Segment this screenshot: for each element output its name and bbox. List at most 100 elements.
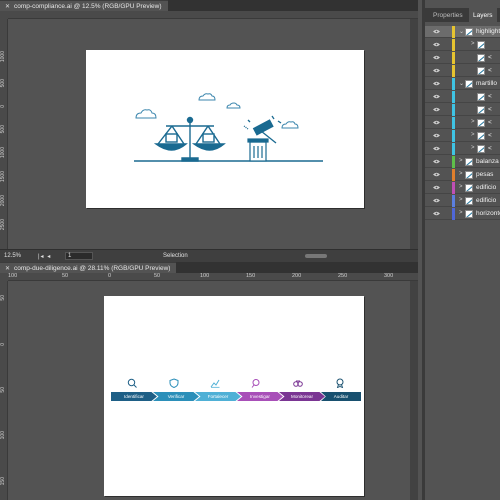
layer-name[interactable]: edificio xyxy=(476,184,496,191)
visibility-eye-icon[interactable] xyxy=(433,172,440,177)
visibility-eye-icon[interactable] xyxy=(433,55,440,60)
document-window-due-diligence: ✕ comp-due-diligence.ai @ 28.11% (RGB/GP… xyxy=(0,262,418,500)
chevron-right-icon[interactable]: > xyxy=(471,145,475,151)
layer-name[interactable]: < xyxy=(488,106,492,113)
layer-row[interactable]: < xyxy=(425,65,500,77)
magnifier-icon xyxy=(127,378,137,388)
tool-status[interactable]: Selection xyxy=(163,253,188,259)
layer-name[interactable]: edificio xyxy=(476,197,496,204)
close-icon[interactable]: ✕ xyxy=(5,3,10,10)
layer-color-swatch xyxy=(452,195,455,207)
vertical-ruler[interactable]: 1000 500 0 500 1000 1500 2000 2500 xyxy=(0,19,8,249)
pipeline-step-monitorear[interactable]: Monitorear xyxy=(279,392,325,401)
layer-name[interactable]: horizonte xyxy=(476,210,500,217)
layer-row[interactable]: < xyxy=(425,52,500,64)
close-icon[interactable]: ✕ xyxy=(5,265,10,272)
layer-thumbnail xyxy=(465,197,473,205)
ruler-corner[interactable] xyxy=(0,11,8,19)
chevron-right-icon[interactable]: > xyxy=(471,132,475,138)
pipeline-step-verificar[interactable]: Verificar xyxy=(153,392,199,401)
layer-name[interactable]: balanza xyxy=(476,158,499,165)
artboard-due-diligence[interactable]: Identificar Verificar Fortalecer Investi… xyxy=(104,296,364,496)
layer-row[interactable]: > < xyxy=(425,130,500,142)
chevron-right-icon[interactable]: > xyxy=(471,119,475,125)
chevron-right-icon[interactable]: > xyxy=(459,184,463,190)
document-tab-compliance[interactable]: ✕ comp-compliance.ai @ 12.5% (RGB/GPU Pr… xyxy=(0,0,168,11)
pipeline-step-identificar[interactable]: Identificar xyxy=(111,392,157,401)
layer-row[interactable]: > pesas xyxy=(425,169,500,181)
visibility-eye-icon[interactable] xyxy=(433,42,440,47)
visibility-eye-icon[interactable] xyxy=(433,211,440,216)
ruler-label: 50 xyxy=(154,273,161,279)
artboard-number-field[interactable]: 1 xyxy=(65,252,93,260)
tab-properties[interactable]: Properties xyxy=(429,8,467,22)
zoom-level[interactable]: 12.5% xyxy=(4,253,21,259)
tab-label: Layers xyxy=(473,11,493,19)
artboard-compliance[interactable] xyxy=(86,50,364,208)
layer-name[interactable]: < xyxy=(488,119,492,126)
layer-row[interactable]: > < xyxy=(425,143,500,155)
layer-name[interactable]: martillo xyxy=(476,80,497,87)
visibility-eye-icon[interactable] xyxy=(433,68,440,73)
vertical-scrollbar[interactable] xyxy=(410,19,418,249)
layer-row[interactable]: > < xyxy=(425,117,500,129)
chevron-right-icon[interactable]: > xyxy=(459,158,463,164)
visibility-eye-icon[interactable] xyxy=(433,94,440,99)
layer-row[interactable]: ⌄ highlight xyxy=(425,26,500,38)
vertical-ruler[interactable]: 50 0 50 100 150 xyxy=(0,281,8,500)
horizontal-scrollbar-thumb[interactable] xyxy=(305,254,327,258)
layer-row[interactable]: > balanza xyxy=(425,156,500,168)
chevron-down-icon[interactable]: ⌄ xyxy=(459,28,464,35)
layer-name[interactable]: highlight xyxy=(476,28,500,35)
layer-row[interactable]: > horizonte xyxy=(425,208,500,220)
ruler-label: 1000 xyxy=(0,51,6,63)
layer-name[interactable]: < xyxy=(488,145,492,152)
layer-row[interactable]: < xyxy=(425,91,500,103)
ruler-corner[interactable] xyxy=(0,273,8,281)
horizontal-ruler[interactable]: 100 50 0 50 100 150 200 250 300 xyxy=(8,273,418,281)
pipeline-step-investigar[interactable]: Investigar xyxy=(237,392,283,401)
layer-name[interactable]: < xyxy=(488,93,492,100)
chevron-right-icon[interactable]: > xyxy=(471,41,475,47)
layer-color-swatch xyxy=(452,52,455,64)
horizontal-ruler[interactable] xyxy=(8,11,418,19)
visibility-eye-icon[interactable] xyxy=(433,81,440,86)
chevron-right-icon[interactable]: > xyxy=(459,197,463,203)
pipeline-step-auditar[interactable]: Auditar xyxy=(321,392,361,401)
cloud-icon xyxy=(226,102,241,109)
document-tab-due-diligence[interactable]: ✕ comp-due-diligence.ai @ 28.11% (RGB/GP… xyxy=(0,262,177,273)
tab-layers[interactable]: Layers xyxy=(469,8,497,22)
visibility-eye-icon[interactable] xyxy=(433,146,440,151)
layer-name[interactable]: < xyxy=(488,54,492,61)
layer-color-swatch xyxy=(452,208,455,220)
layer-name[interactable]: < xyxy=(488,67,492,74)
visibility-eye-icon[interactable] xyxy=(433,29,440,34)
layer-row[interactable]: ⌄ martillo xyxy=(425,78,500,90)
balance-scale-icon xyxy=(153,116,226,162)
visibility-eye-icon[interactable] xyxy=(433,120,440,125)
artboard-nav-buttons[interactable]: |◂ ◂ xyxy=(38,253,51,260)
layer-row[interactable]: > xyxy=(425,39,500,51)
layer-row[interactable]: > edificio xyxy=(425,182,500,194)
chevron-right-icon[interactable]: > xyxy=(459,210,463,216)
layer-name[interactable]: pesas xyxy=(476,171,493,178)
visibility-eye-icon[interactable] xyxy=(433,133,440,138)
visibility-eye-icon[interactable] xyxy=(433,107,440,112)
layer-name[interactable]: < xyxy=(488,132,492,139)
layer-row[interactable]: < xyxy=(425,104,500,116)
visibility-eye-icon[interactable] xyxy=(433,198,440,203)
layer-row[interactable]: > edificio xyxy=(425,195,500,207)
pipeline-step-fortalecer[interactable]: Fortalecer xyxy=(195,392,241,401)
layer-thumbnail xyxy=(465,80,473,88)
visibility-eye-icon[interactable] xyxy=(433,185,440,190)
chevron-down-icon[interactable]: ⌄ xyxy=(459,80,464,87)
visibility-eye-icon[interactable] xyxy=(433,159,440,164)
chevron-right-icon[interactable]: > xyxy=(459,171,463,177)
ruler-label: 1000 xyxy=(0,147,6,159)
ruler-label: 100 xyxy=(200,273,210,279)
award-icon xyxy=(336,378,344,388)
layer-thumbnail xyxy=(477,54,485,62)
layer-color-swatch xyxy=(452,104,455,116)
layer-color-swatch xyxy=(452,26,455,38)
vertical-scrollbar[interactable] xyxy=(410,281,418,500)
